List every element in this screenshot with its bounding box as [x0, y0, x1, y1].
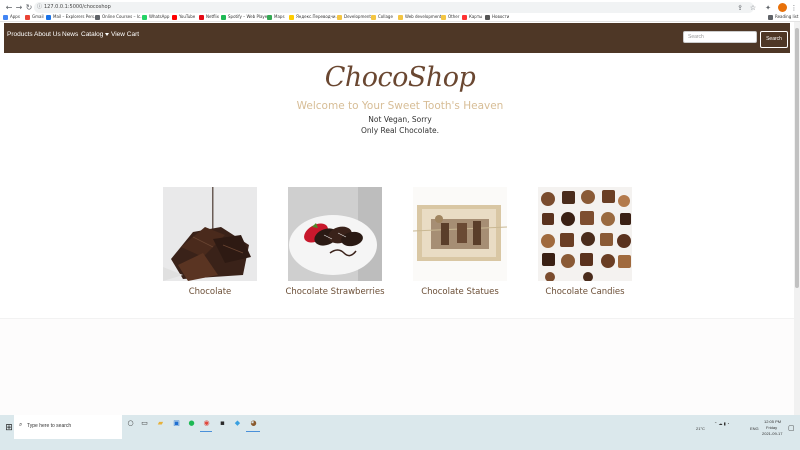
tagline: Not Vegan, Sorry	[368, 115, 432, 124]
tagline: Only Real Chocolate.	[360, 126, 440, 135]
maps-icon	[462, 14, 467, 20]
bookmark-folder[interactable]: Web development	[398, 12, 441, 22]
bookmark-folder[interactable]: Other	[441, 12, 459, 22]
strawberries-image[interactable]	[288, 187, 382, 281]
bookmark-item[interactable]: Maps	[267, 12, 285, 22]
reading-list[interactable]: Reading list	[768, 12, 798, 22]
nav-link-view-cart[interactable]: View Cart	[111, 31, 139, 38]
news-icon	[485, 14, 490, 20]
bookmark-item[interactable]: Netflix	[199, 12, 219, 22]
nav-dropdown-catalog[interactable]: Catalog	[81, 31, 110, 38]
tray-icons[interactable]: ⌃ ☁ ▮ ◔	[714, 421, 729, 426]
chocolate-image[interactable]	[163, 187, 257, 281]
bookmark-item[interactable]: WhatsApp	[142, 12, 169, 22]
product-title[interactable]: Chocolate	[143, 287, 277, 297]
bookmark-item[interactable]: YouTube	[172, 12, 195, 22]
folder-icon	[371, 14, 376, 20]
active-app-indicator	[246, 431, 260, 432]
weather-text[interactable]: 21°C	[696, 426, 705, 431]
site-logo: ChocoShop	[324, 62, 476, 93]
maps-icon	[267, 14, 272, 20]
vertical-scrollbar[interactable]	[794, 22, 800, 415]
folder-icon	[441, 14, 446, 20]
bookmark-item[interactable]: Mail – Explorers Pers...	[46, 12, 98, 22]
avatar[interactable]	[778, 3, 787, 12]
vscode-icon[interactable]: ◆	[232, 418, 243, 429]
taskbar-search-box[interactable]: ⌕ Type here to search	[14, 415, 122, 439]
caret-down-icon	[105, 32, 110, 36]
store-icon[interactable]: ▣	[171, 418, 182, 429]
welcome-heading: Welcome to Your Sweet Tooth's Heaven	[296, 100, 504, 112]
bookmark-item[interactable]: Apps	[3, 12, 20, 22]
notification-icon[interactable]: ▢	[788, 424, 795, 432]
spotify-icon[interactable]: ●	[186, 418, 197, 429]
bookmark-folder[interactable]: Collage	[371, 12, 393, 22]
search-icon: ⌕	[19, 421, 23, 428]
apps-icon	[3, 14, 8, 20]
product-title[interactable]: Chocolate Candies	[518, 287, 652, 297]
scroll-thumb[interactable]	[795, 28, 799, 288]
bookmark-item[interactable]: Online Courses – Ic...	[95, 12, 144, 22]
bookmark-item[interactable]: Карты	[462, 12, 482, 22]
nav-link-news[interactable]: News	[62, 31, 78, 38]
gmail-icon	[25, 14, 30, 20]
product-title[interactable]: Chocolate Statues	[393, 287, 527, 297]
task-view-icon[interactable]: ▭	[139, 418, 150, 429]
nav-link-about-us[interactable]: About Us	[34, 31, 61, 38]
cortana-icon[interactable]: ○	[125, 418, 136, 429]
whatsapp-icon	[142, 14, 147, 20]
taskbar-search-text: Type here to search	[27, 423, 72, 429]
bookmark-item[interactable]: Новости	[485, 12, 509, 22]
search-button[interactable]: Search	[760, 31, 788, 48]
clock-date[interactable]: 2021-09-17	[762, 431, 782, 436]
courses-icon	[95, 14, 100, 20]
file-explorer-icon[interactable]: ▰	[155, 418, 166, 429]
bookmark-item[interactable]: Spotify – Web Player	[221, 12, 269, 22]
translator-icon	[289, 14, 294, 20]
candies-image[interactable]	[538, 187, 632, 281]
spotify-icon	[221, 14, 226, 20]
bookmark-item[interactable]: Gmail	[25, 12, 44, 22]
statues-image[interactable]	[413, 187, 507, 281]
search-input[interactable]	[683, 31, 757, 43]
page-footer-area	[0, 318, 800, 415]
bookmark-item[interactable]: Яндекс.Переводчи...	[289, 12, 339, 22]
folder-icon	[337, 14, 342, 20]
chrome-icon[interactable]: ◉	[201, 418, 212, 429]
app-icon[interactable]: ◕	[248, 418, 259, 429]
clock-time[interactable]: 12:05 PM	[764, 419, 781, 424]
windows-start-icon[interactable]: ⊞	[4, 423, 14, 433]
bookmark-folder[interactable]: Development	[337, 12, 371, 22]
windows-taskbar: ⊞ ⌕ Type here to search ○ ▭ ▰ ▣ ● ◉ ▪ ◆ …	[0, 415, 800, 450]
clock-day[interactable]: Friday	[766, 425, 777, 430]
reading-list-icon	[768, 14, 773, 20]
netflix-icon	[199, 14, 204, 20]
site-navbar: Products About Us News Catalog View Cart…	[4, 23, 790, 53]
active-app-indicator	[200, 431, 212, 432]
browser-chrome: ← → ↻ ⓘ 127.0.0.1:5000/chocoshop ⇪ ☆ ✦ ⋮…	[0, 0, 800, 22]
mail-icon	[46, 14, 51, 20]
folder-icon	[398, 14, 403, 20]
bookmarks-bar: Apps Gmail Mail – Explorers Pers... Onli…	[0, 12, 800, 22]
youtube-icon	[172, 14, 177, 20]
terminal-icon[interactable]: ▪	[217, 418, 228, 429]
language-indicator[interactable]: ENG	[750, 426, 759, 431]
product-title[interactable]: Chocolate Strawberries	[268, 287, 402, 297]
nav-link-products[interactable]: Products	[7, 31, 33, 38]
